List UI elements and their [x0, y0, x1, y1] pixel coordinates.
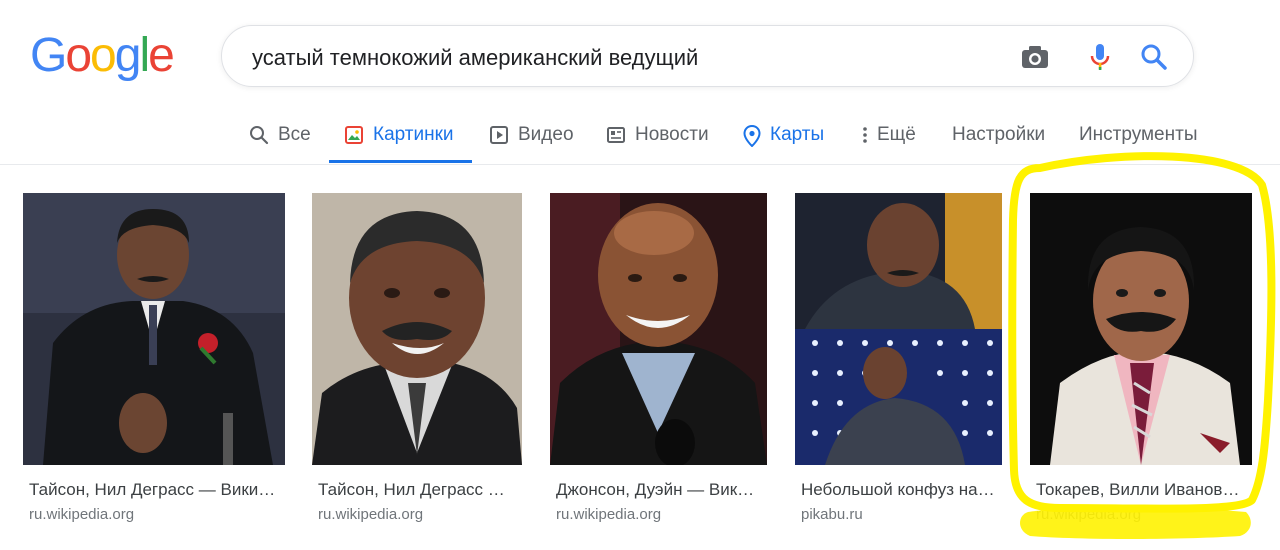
result-caption[interactable]: Токарев, Вилли Иванов…: [1036, 480, 1248, 500]
result-source[interactable]: ru.wikipedia.org: [1036, 506, 1141, 523]
map-pin-icon: [743, 125, 761, 147]
tab-maps-label: Карты: [770, 124, 825, 145]
tab-images-label: Картинки: [373, 124, 454, 145]
result-thumbnail[interactable]: [312, 193, 522, 465]
result-source[interactable]: ru.wikipedia.org: [318, 506, 423, 523]
result-source[interactable]: pikabu.ru: [801, 506, 863, 523]
tab-news[interactable]: Новости: [606, 124, 709, 164]
more-vert-icon: [863, 127, 867, 143]
tab-video[interactable]: Видео: [489, 124, 574, 164]
search-icon: [250, 126, 269, 145]
tab-more[interactable]: Ещё: [862, 124, 916, 164]
tab-video-label: Видео: [518, 124, 574, 145]
tools-link[interactable]: Инструменты: [1079, 124, 1197, 164]
camera-icon[interactable]: [1019, 41, 1051, 73]
tab-images[interactable]: Картинки: [344, 124, 454, 164]
tab-more-label: Ещё: [877, 124, 916, 145]
result-thumbnail[interactable]: [23, 193, 285, 465]
video-icon: [490, 126, 508, 144]
result-thumbnail[interactable]: [1030, 193, 1252, 465]
settings-link[interactable]: Настройки: [952, 124, 1045, 164]
active-tab-indicator: [329, 160, 472, 163]
header-divider: [0, 164, 1280, 165]
result-thumbnail[interactable]: [550, 193, 767, 465]
result-source[interactable]: ru.wikipedia.org: [556, 506, 661, 523]
google-logo[interactable]: Google: [30, 28, 175, 84]
tab-all[interactable]: Все: [249, 124, 311, 164]
tab-news-label: Новости: [635, 124, 709, 145]
microphone-icon[interactable]: [1084, 41, 1116, 73]
search-submit-icon[interactable]: [1138, 41, 1170, 73]
tab-all-label: Все: [278, 124, 311, 145]
result-caption[interactable]: Небольшой конфуз на…: [801, 480, 998, 500]
image-icon: [345, 126, 363, 144]
result-caption[interactable]: Тайсон, Нил Деграсс — Вики…: [29, 480, 281, 500]
result-caption[interactable]: Джонсон, Дуэйн — Вик…: [556, 480, 763, 500]
tab-maps[interactable]: Карты: [743, 124, 824, 164]
search-tabs: Все Картинки Видео Новости Карты Ещё Нас…: [0, 112, 1280, 164]
result-thumbnail[interactable]: [795, 193, 1002, 465]
news-icon: [607, 127, 625, 143]
search-input[interactable]: [250, 40, 974, 76]
result-source[interactable]: ru.wikipedia.org: [29, 506, 134, 523]
search-box[interactable]: [221, 25, 1194, 87]
result-caption[interactable]: Тайсон, Нил Деграсс …: [318, 480, 518, 500]
